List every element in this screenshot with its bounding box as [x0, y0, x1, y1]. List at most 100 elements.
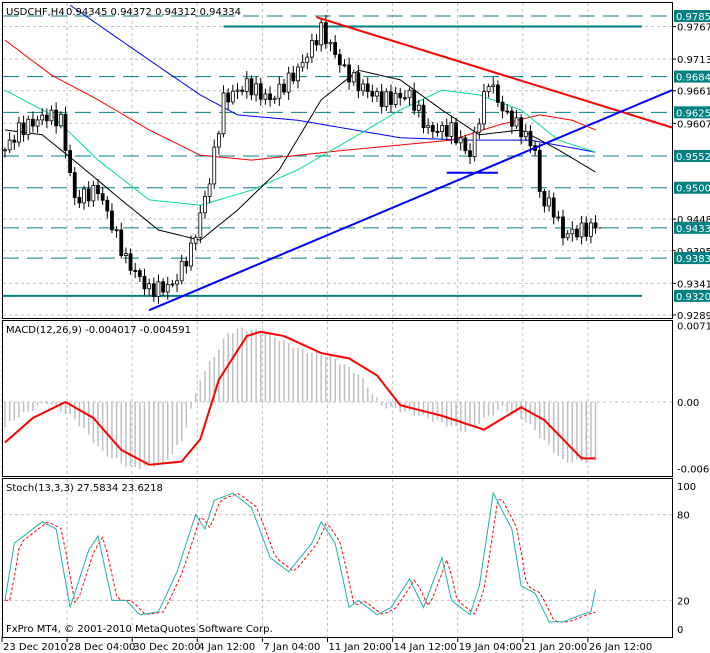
candle-body [189, 242, 193, 267]
candle-body [468, 150, 472, 157]
time-tick-label: 4 Jan 12:00 [198, 642, 255, 653]
trendlines[interactable] [148, 16, 673, 312]
level-price-label: 0.93834 [676, 254, 710, 265]
candle-body [551, 197, 556, 218]
candle-body [296, 66, 300, 82]
candle-body [156, 281, 161, 297]
candle-body [356, 72, 361, 92]
time-tick-label: 26 Jan 12:00 [589, 642, 652, 653]
candle-body [389, 91, 393, 105]
candle-body [151, 283, 156, 297]
candle-body [482, 91, 486, 125]
candle-body [26, 118, 31, 136]
candle-body [495, 84, 500, 103]
candle-body [21, 122, 26, 136]
candle-body [105, 199, 110, 212]
candle-body [379, 91, 384, 107]
candle-body [342, 64, 347, 67]
candle-body [328, 42, 333, 45]
candle-body [370, 91, 375, 97]
candle-body [333, 42, 338, 55]
copyright: FxPro MT4, © 2001-2010 MetaQuotes Softwa… [6, 624, 273, 635]
candle-body [133, 270, 138, 272]
candle-body [407, 89, 412, 99]
candle-body [68, 150, 72, 173]
price-tick-label: 0.97135 [677, 55, 710, 66]
candle-body [254, 83, 259, 96]
candle-body [565, 233, 570, 239]
moving-average-line [4, 39, 596, 161]
candle-body [579, 222, 584, 238]
macd-signal-line [4, 330, 596, 466]
candle-body [114, 229, 119, 232]
time-tick-label: 28 Dec 04:00 [68, 642, 135, 653]
candle-body [230, 90, 235, 103]
candle-body [124, 253, 128, 256]
candle-body [72, 172, 77, 198]
level-price-label: 0.97850 [676, 12, 710, 23]
horizontal-levels [3, 15, 672, 297]
candle-body [500, 101, 505, 112]
candle-body [40, 114, 45, 121]
candle-body [430, 125, 435, 132]
candle-body [440, 125, 445, 132]
candle-body [314, 40, 319, 46]
candle-body [82, 188, 86, 204]
time-tick-label: 30 Dec 20:00 [133, 642, 200, 653]
candle-body [207, 183, 212, 197]
candle-body [463, 137, 468, 152]
candle-body [100, 193, 105, 201]
stoch-tick-label: 100 [677, 482, 696, 493]
candle-body [175, 280, 179, 285]
candle-body [412, 89, 417, 111]
candle-body [96, 185, 100, 195]
candle-body [509, 110, 514, 127]
candle-body [49, 109, 54, 122]
candle-body [393, 92, 398, 105]
red-resistance-trendline[interactable] [316, 16, 673, 129]
level-price-label: 0.95001 [676, 184, 710, 195]
candle-body [472, 131, 477, 157]
level-price-label: 0.94336 [676, 224, 710, 235]
candle-body [249, 78, 254, 96]
price-tick-label: 0.96610 [677, 87, 710, 98]
candle-body [402, 97, 407, 100]
candle-body [137, 270, 142, 277]
candle-body [505, 110, 510, 113]
time-tick-label: 19 Jan 04:00 [459, 642, 522, 653]
candle-body [384, 91, 389, 107]
candle-body [216, 133, 221, 148]
stoch-panel [4, 491, 597, 623]
candle-body [54, 109, 59, 127]
candle-body [86, 188, 91, 202]
macd-tick-label: -0.00626 [677, 465, 710, 476]
candle-body [91, 185, 96, 202]
candle-body [537, 149, 542, 192]
candle-body [375, 91, 379, 97]
candle-body [240, 89, 245, 92]
candle-body [263, 93, 268, 100]
time-tick-label: 23 Dec 2010 [3, 642, 67, 653]
candle-body [444, 125, 449, 137]
candle-body [589, 222, 593, 237]
candle-body [491, 84, 496, 88]
candle-body [416, 104, 421, 111]
candle-body [165, 284, 170, 293]
level-price-label: 0.96845 [676, 73, 710, 84]
candle-body [593, 222, 598, 229]
candle-body [63, 113, 68, 151]
candle-body [300, 61, 305, 68]
price-tick-label: 0.96070 [677, 119, 710, 130]
candle-body [235, 89, 240, 92]
candle-body [426, 125, 431, 129]
time-tick-label: 11 Jan 20:00 [329, 642, 392, 653]
candle-body [291, 72, 296, 82]
mt4-chart[interactable]: 0.976750.971350.966100.960700.944800.939… [0, 0, 710, 653]
candle-body [44, 114, 49, 122]
candle-body [351, 72, 356, 83]
candle-body [221, 92, 226, 135]
stoch-tick-label: 20 [677, 596, 690, 607]
candle-body [161, 281, 166, 293]
time-tick-label: 7 Jan 04:00 [263, 642, 320, 653]
candle-body [142, 276, 147, 290]
